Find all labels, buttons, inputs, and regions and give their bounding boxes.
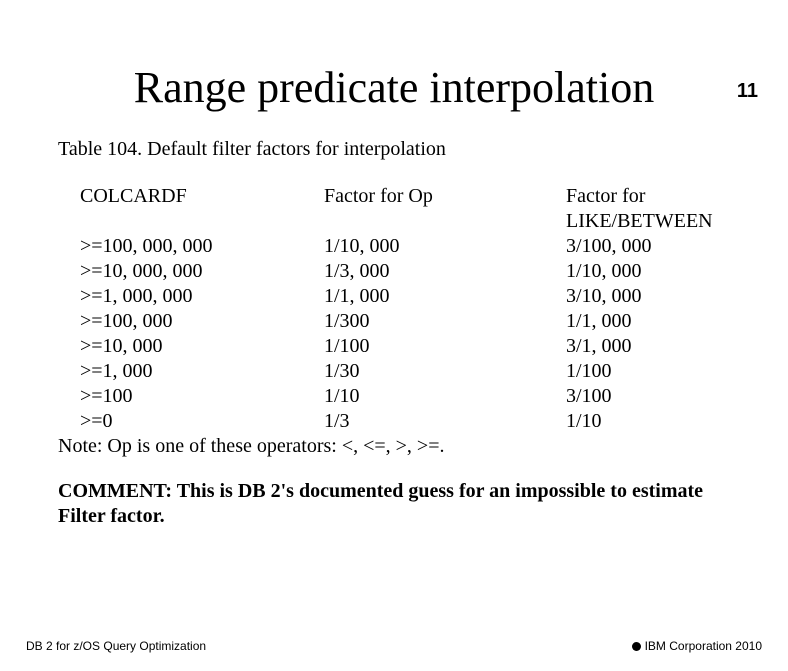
- table-cell: 1/300: [324, 309, 566, 334]
- page-title: Range predicate interpolation: [0, 62, 788, 113]
- table-cell: >=100, 000, 000: [58, 234, 324, 259]
- bullet-icon: [632, 642, 641, 651]
- footer-right: IBM Corporation 2010: [632, 639, 762, 653]
- table-cell: 1/10: [324, 384, 566, 409]
- comment-text: COMMENT: This is DB 2's documented guess…: [58, 479, 736, 529]
- table-cell: 1/3: [324, 409, 566, 434]
- table-cell: 1/10: [566, 409, 736, 434]
- column-header-factor-like: Factor for LIKE/BETWEEN: [566, 184, 736, 234]
- table-cell: 1/1, 000: [324, 284, 566, 309]
- comment-line2: Filter factor.: [58, 505, 165, 527]
- table-caption: Table 104. Default filter factors for in…: [58, 137, 736, 162]
- footer-left: DB 2 for z/OS Query Optimization: [26, 639, 206, 653]
- content-area: Table 104. Default filter factors for in…: [0, 137, 788, 529]
- column-header-factor-like-line2: LIKE/BETWEEN: [566, 210, 713, 232]
- table-cell: 1/3, 000: [324, 259, 566, 284]
- table-cell: 3/100: [566, 384, 736, 409]
- table-cell: 3/100, 000: [566, 234, 736, 259]
- table-cell: 1/10, 000: [324, 234, 566, 259]
- table-cell: 1/1, 000: [566, 309, 736, 334]
- table-cell: 1/100: [324, 334, 566, 359]
- table-cell: >=10, 000: [58, 334, 324, 359]
- column-header-factor-like-line1: Factor for: [566, 185, 645, 207]
- comment-line1: COMMENT: This is DB 2's documented guess…: [58, 480, 703, 502]
- table-cell: 1/30: [324, 359, 566, 384]
- table-cell: 1/100: [566, 359, 736, 384]
- table-cell: >=100: [58, 384, 324, 409]
- table-cell: >=10, 000, 000: [58, 259, 324, 284]
- table-cell: 3/1, 000: [566, 334, 736, 359]
- table-cell: >=100, 000: [58, 309, 324, 334]
- table-cell: 3/10, 000: [566, 284, 736, 309]
- table-cell: >=0: [58, 409, 324, 434]
- table-cell: >=1, 000: [58, 359, 324, 384]
- note-text: Note: Op is one of these operators: <, <…: [58, 434, 736, 459]
- table-cell: 1/10, 000: [566, 259, 736, 284]
- filter-factor-table: COLCARDF Factor for Op Factor for LIKE/B…: [58, 184, 736, 434]
- table-cell: >=1, 000, 000: [58, 284, 324, 309]
- page-number: 11: [737, 80, 758, 103]
- column-header-colcardf: COLCARDF: [58, 184, 324, 234]
- column-header-factor-op: Factor for Op: [324, 184, 566, 234]
- footer-right-text: IBM Corporation 2010: [645, 639, 762, 653]
